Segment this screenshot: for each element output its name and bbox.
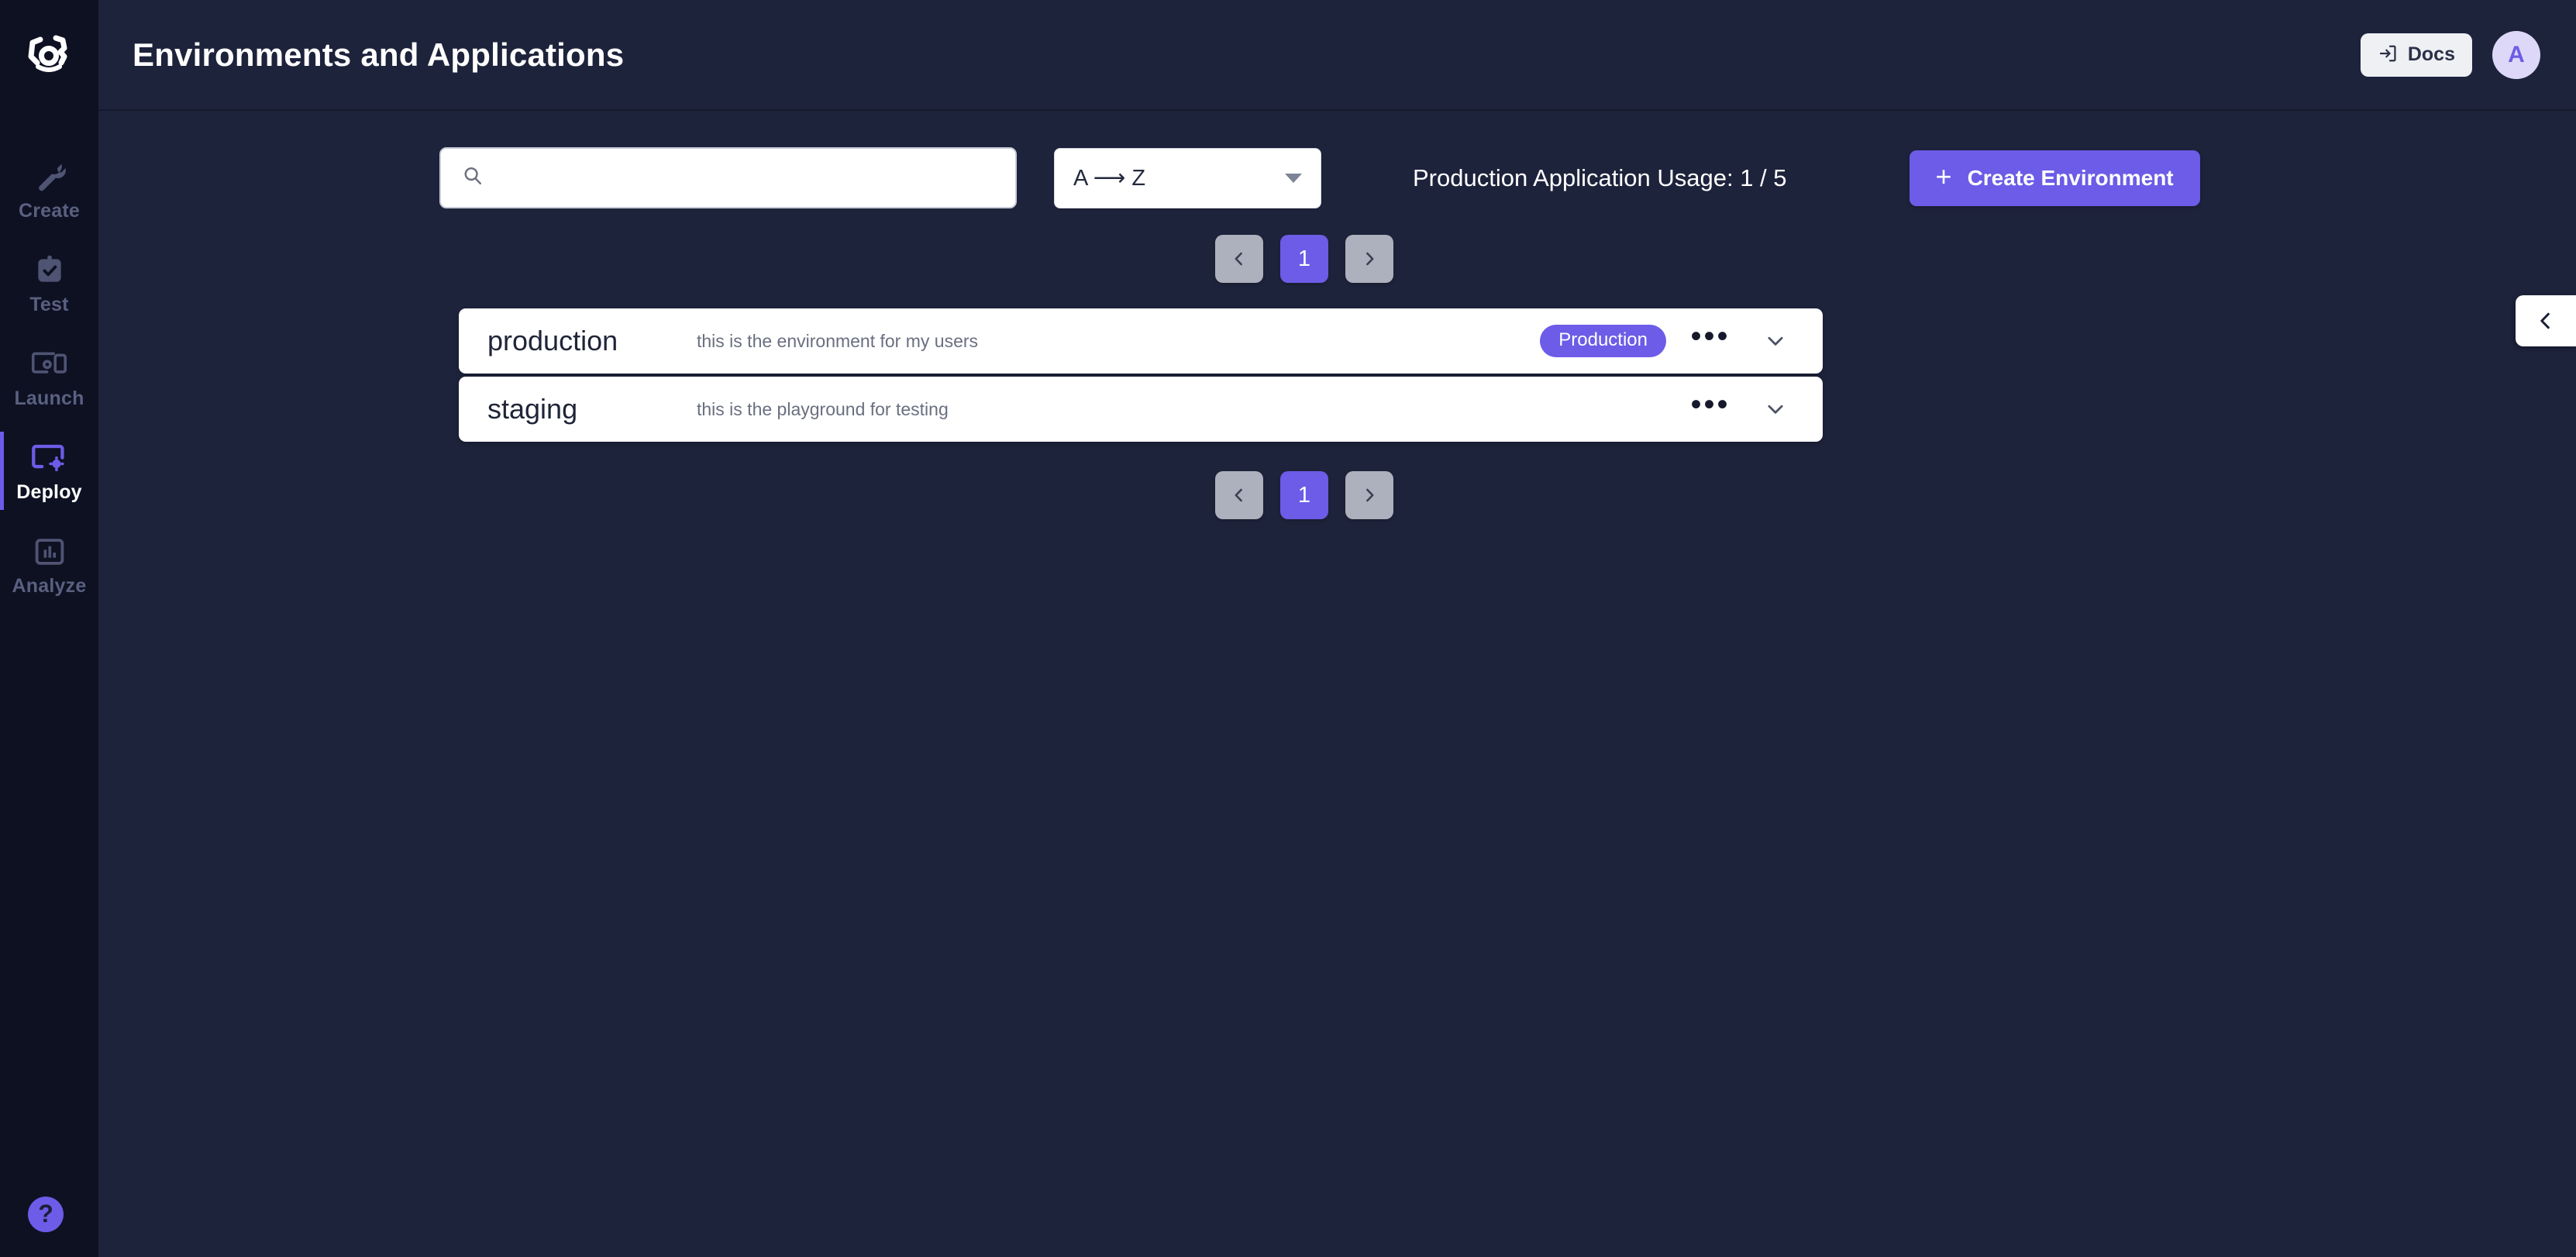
row-menu-button[interactable]: ••• [1689, 388, 1731, 430]
top-header: Environments and Applications Docs A [98, 0, 2576, 111]
external-link-icon [2378, 43, 2398, 66]
docs-button[interactable]: Docs [2360, 33, 2472, 77]
docs-button-label: Docs [2407, 43, 2455, 65]
sidebar-item-label: Analyze [12, 575, 87, 597]
pagination-page-1[interactable]: 1 [1280, 235, 1328, 283]
environment-list: production this is the environment for m… [459, 308, 1823, 442]
app-root: Create Test Launch Deploy Analyze ? Envi… [0, 0, 2576, 1257]
sidebar: Create Test Launch Deploy Analyze ? [0, 0, 98, 1257]
search-box[interactable] [439, 147, 1017, 208]
app-logo[interactable] [22, 29, 77, 77]
chevron-down-icon [1768, 336, 1783, 346]
clipboard-check-icon [29, 252, 70, 289]
bar-chart-icon [29, 533, 70, 570]
chevron-right-icon [1366, 252, 1374, 266]
row-menu-button[interactable]: ••• [1689, 320, 1731, 362]
header-actions: Docs A [2360, 30, 2540, 79]
chevron-down-icon [1285, 173, 1302, 183]
status-badge: Production [1540, 325, 1666, 357]
chevron-right-icon [1366, 488, 1374, 502]
main-area: Environments and Applications Docs A A ⟶… [98, 0, 2576, 1257]
pagination-next-button[interactable] [1345, 235, 1393, 283]
sidebar-nav: Create Test Launch Deploy Analyze [0, 143, 98, 611]
toolbar: A ⟶ Z Production Application Usage: 1 / … [98, 111, 2576, 208]
sidebar-item-create[interactable]: Create [0, 143, 98, 236]
pagination-next-button[interactable] [1345, 471, 1393, 519]
environment-row-actions: Production ••• [1540, 320, 1796, 362]
bracket-eye-logo-icon [28, 35, 67, 72]
chevron-down-icon [1768, 405, 1783, 414]
content-area: A ⟶ Z Production Application Usage: 1 / … [98, 111, 2576, 1257]
sidebar-item-label: Create [18, 200, 81, 222]
avatar-initial: A [2508, 41, 2525, 67]
sidebar-item-test[interactable]: Test [0, 236, 98, 330]
sidebar-item-analyze[interactable]: Analyze [0, 518, 98, 611]
environment-name: staging [487, 393, 578, 425]
sidebar-item-label: Deploy [16, 481, 82, 503]
pagination-prev-button[interactable] [1215, 235, 1263, 283]
sort-select[interactable]: A ⟶ Z [1054, 147, 1321, 208]
chevron-left-icon [1235, 488, 1242, 502]
pagination-page-label: 1 [1297, 482, 1311, 508]
environment-description: this is the environment for my users [697, 330, 979, 351]
environment-row-staging[interactable]: staging this is the playground for testi… [459, 377, 1823, 442]
row-expand-button[interactable] [1755, 320, 1796, 362]
search-input[interactable] [497, 166, 995, 190]
sidebar-item-label: Test [29, 294, 69, 315]
panel-toggle-button[interactable] [2516, 295, 2576, 346]
environment-row-production[interactable]: production this is the environment for m… [459, 308, 1823, 374]
help-button[interactable]: ? [28, 1197, 64, 1232]
sidebar-item-deploy[interactable]: Deploy [0, 424, 98, 518]
chevron-left-icon [2540, 312, 2550, 329]
environment-name: production [487, 325, 618, 356]
environment-row-actions: ••• [1689, 388, 1796, 430]
avatar[interactable]: A [2492, 30, 2540, 79]
pagination-prev-button[interactable] [1215, 471, 1263, 519]
pagination-page-1[interactable]: 1 [1280, 471, 1328, 519]
screen-gear-icon [29, 439, 70, 477]
sidebar-item-label: Launch [14, 387, 84, 409]
sidebar-item-launch[interactable]: Launch [0, 330, 98, 424]
pagination-bottom: 1 [98, 471, 2576, 519]
question-mark-icon: ? [38, 1200, 53, 1228]
devices-icon [29, 346, 70, 383]
create-environment-button[interactable]: + Create Environment [1909, 150, 2200, 206]
pagination-page-label: 1 [1297, 246, 1311, 271]
chevron-left-icon [1235, 252, 1242, 266]
row-expand-button[interactable] [1755, 388, 1796, 430]
environment-description: this is the playground for testing [697, 398, 949, 419]
pagination-top: 1 [98, 235, 2576, 283]
create-environment-label: Create Environment [1967, 165, 2174, 190]
page-title: Environments and Applications [133, 36, 625, 73]
usage-text: Production Application Usage: 1 / 5 [1413, 164, 1787, 191]
sort-select-value: A ⟶ Z [1073, 166, 1146, 191]
wrench-icon [29, 158, 70, 195]
search-icon [461, 164, 484, 191]
plus-icon: + [1935, 160, 1952, 192]
